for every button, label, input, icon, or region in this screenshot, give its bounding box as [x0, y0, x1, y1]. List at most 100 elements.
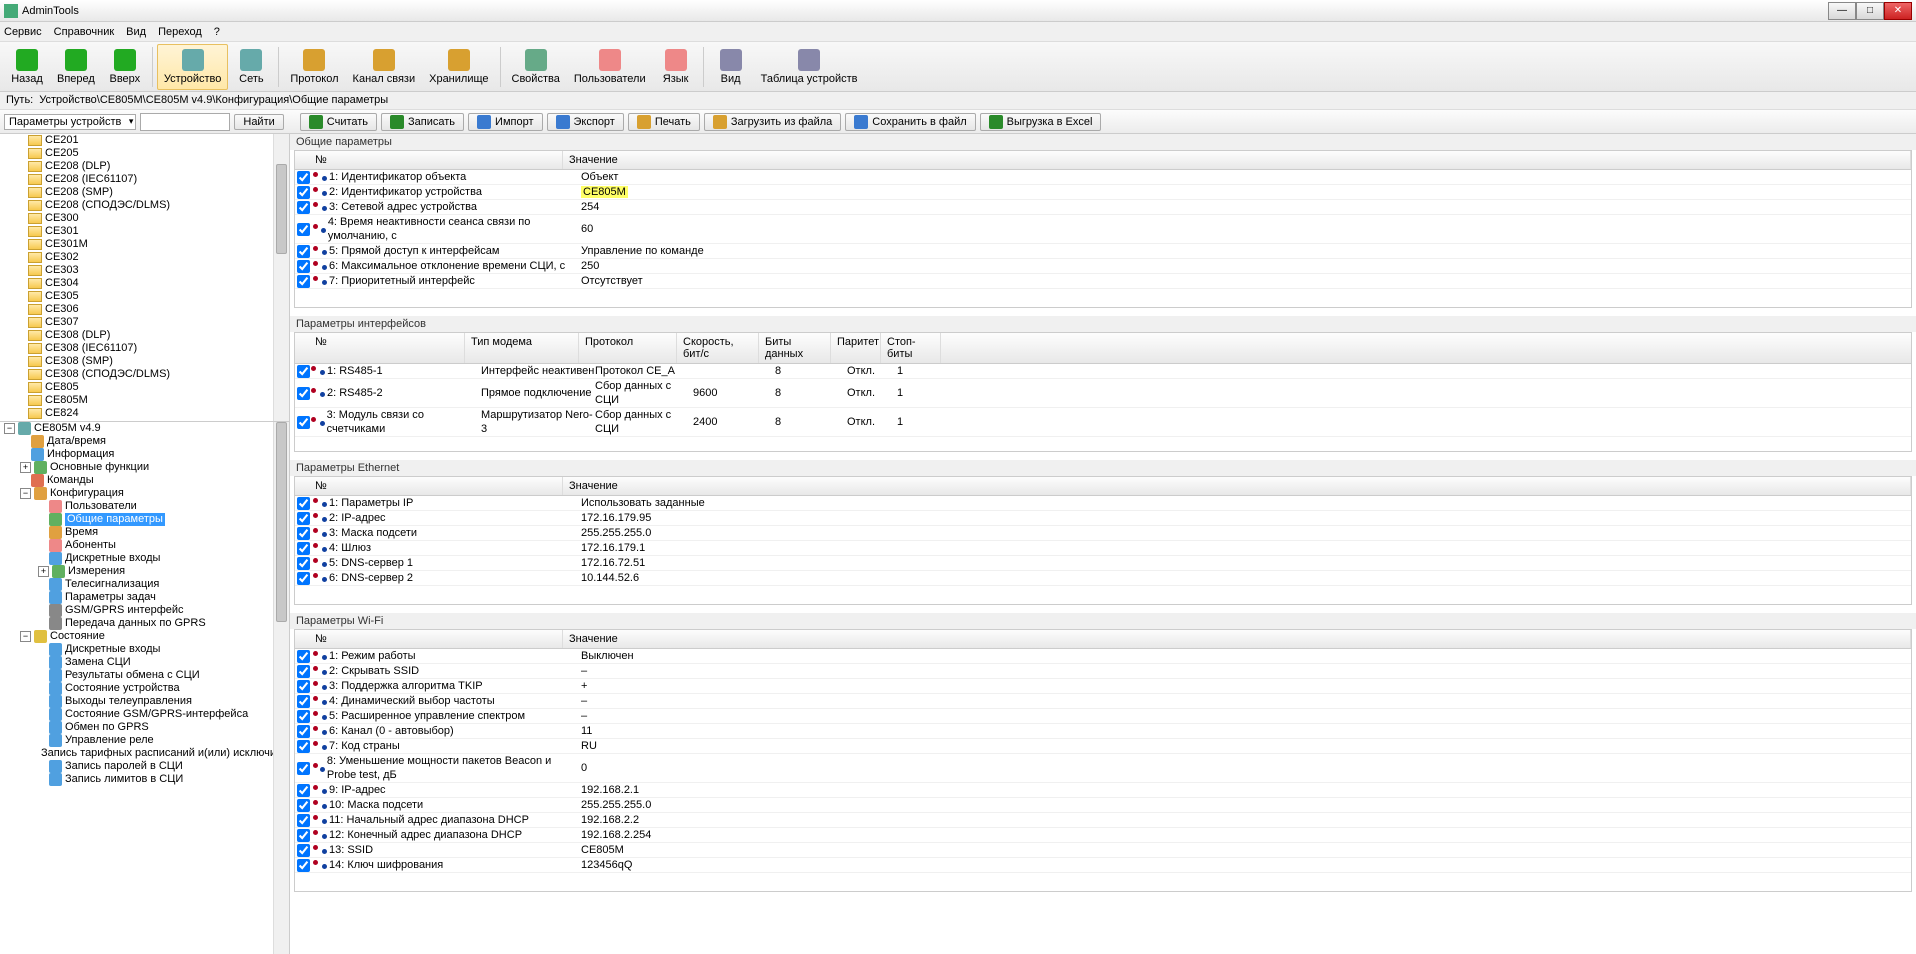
grid-row[interactable]: 2: IP-адрес172.16.179.95	[295, 511, 1911, 526]
menu-Вид[interactable]: Вид	[126, 26, 146, 38]
grid-row[interactable]: 1: Режим работыВыключен	[295, 649, 1911, 664]
tree-item[interactable]: CE208 (IEC61107)	[0, 173, 289, 186]
tree-item[interactable]: Параметры задач	[0, 591, 289, 604]
expand-icon[interactable]: −	[20, 631, 31, 642]
grid-row[interactable]: 7: Приоритетный интерфейсОтсутствует	[295, 274, 1911, 289]
menu-Справочник[interactable]: Справочник	[54, 26, 115, 38]
row-checkbox[interactable]	[297, 275, 310, 288]
row-checkbox[interactable]	[297, 186, 310, 199]
tree-item[interactable]: Запись паролей в СЦИ	[0, 760, 289, 773]
row-checkbox[interactable]	[297, 740, 310, 753]
row-checkbox[interactable]	[297, 245, 310, 258]
row-checkbox[interactable]	[297, 650, 310, 663]
grid-row[interactable]: 1: Идентификатор объектаОбъект	[295, 170, 1911, 185]
tree-item[interactable]: Состояние устройства	[0, 682, 289, 695]
tree-item[interactable]: CE308 (IEC61107)	[0, 342, 289, 355]
toolbar-Сеть[interactable]: Сеть	[228, 44, 274, 90]
tree-item[interactable]: CE208 (СПОДЭС/DLMS)	[0, 199, 289, 212]
row-checkbox[interactable]	[297, 512, 310, 525]
tree-item[interactable]: CE824	[0, 407, 289, 420]
row-checkbox[interactable]	[297, 557, 310, 570]
grid-row[interactable]: 3: Маска подсети255.255.255.0	[295, 526, 1911, 541]
grid-row[interactable]: 11: Начальный адрес диапазона DHCP192.16…	[295, 813, 1911, 828]
grid-row[interactable]: 9: IP-адрес192.168.2.1	[295, 783, 1911, 798]
toolbar-Пользователи[interactable]: Пользователи	[567, 44, 653, 90]
tree-item[interactable]: CE301	[0, 225, 289, 238]
grid-row[interactable]: 2: Скрывать SSID–	[295, 664, 1911, 679]
grid-row[interactable]: 6: DNS-сервер 210.144.52.6	[295, 571, 1911, 586]
grid-row[interactable]: 2: Идентификатор устройстваCE805M	[295, 185, 1911, 200]
tree-item[interactable]: Состояние GSM/GPRS-интерфейса	[0, 708, 289, 721]
row-checkbox[interactable]	[297, 829, 310, 842]
action-Импорт[interactable]: Импорт	[468, 113, 542, 131]
scrollbar[interactable]	[273, 422, 289, 954]
toolbar-Канал связи[interactable]: Канал связи	[346, 44, 423, 90]
minimize-button[interactable]: —	[1828, 2, 1856, 20]
action-Записать[interactable]: Записать	[381, 113, 464, 131]
grid-row[interactable]: 4: Динамический выбор частоты–	[295, 694, 1911, 709]
tree-item[interactable]: Пользователи	[0, 500, 289, 513]
tree-item[interactable]: Запись тарифных расписаний и(или) исключ…	[0, 747, 289, 760]
row-checkbox[interactable]	[297, 416, 310, 429]
row-checkbox[interactable]	[297, 665, 310, 678]
grid-row[interactable]: 7: Код страныRU	[295, 739, 1911, 754]
search-input[interactable]	[140, 113, 230, 131]
action-Сохранить в файл[interactable]: Сохранить в файл	[845, 113, 975, 131]
grid-row[interactable]: 12: Конечный адрес диапазона DHCP192.168…	[295, 828, 1911, 843]
menu-Переход[interactable]: Переход	[158, 26, 202, 38]
action-Считать[interactable]: Считать	[300, 113, 377, 131]
grid-row[interactable]: 3: Сетевой адрес устройства254	[295, 200, 1911, 215]
tree-item[interactable]: Запись лимитов в СЦИ	[0, 773, 289, 786]
row-checkbox[interactable]	[297, 497, 310, 510]
row-checkbox[interactable]	[297, 542, 310, 555]
tree-item[interactable]: GSM/GPRS интерфейс	[0, 604, 289, 617]
expand-icon[interactable]: +	[38, 566, 49, 577]
action-Экспорт[interactable]: Экспорт	[547, 113, 624, 131]
tree-item[interactable]: CE805M	[0, 394, 289, 407]
maximize-button[interactable]: □	[1856, 2, 1884, 20]
row-checkbox[interactable]	[297, 171, 310, 184]
find-button[interactable]: Найти	[234, 114, 283, 130]
tree-item[interactable]: CE805	[0, 381, 289, 394]
scrollbar[interactable]	[273, 134, 289, 421]
grid-row[interactable]: 5: Прямой доступ к интерфейсамУправление…	[295, 244, 1911, 259]
tree-item[interactable]: CE301M	[0, 238, 289, 251]
tree-item[interactable]: Дата/время	[0, 435, 289, 448]
tree-item[interactable]: CE308 (DLP)	[0, 329, 289, 342]
grid-row[interactable]: 13: SSIDCE805M	[295, 843, 1911, 858]
grid-row[interactable]: 4: Время неактивности сеанса связи по ум…	[295, 215, 1911, 244]
menu-Сервис[interactable]: Сервис	[4, 26, 42, 38]
tree-item[interactable]: Управление реле	[0, 734, 289, 747]
row-checkbox[interactable]	[297, 695, 310, 708]
row-checkbox[interactable]	[297, 725, 310, 738]
grid-row[interactable]: 3: Поддержка алгоритма TKIP+	[295, 679, 1911, 694]
grid-row[interactable]: 8: Уменьшение мощности пакетов Beacon и …	[295, 754, 1911, 783]
menu-?[interactable]: ?	[214, 26, 220, 38]
device-tree[interactable]: CE201CE205CE208 (DLP)CE208 (IEC61107)CE2…	[0, 134, 289, 422]
toolbar-Таблица устройств[interactable]: Таблица устройств	[754, 44, 865, 90]
tree-item[interactable]: CE305	[0, 290, 289, 303]
toolbar-Вперед[interactable]: Вперед	[50, 44, 102, 90]
action-Печать[interactable]: Печать	[628, 113, 700, 131]
tree-item[interactable]: CE208 (SMP)	[0, 186, 289, 199]
tree-item[interactable]: CE304	[0, 277, 289, 290]
config-tree[interactable]: −CE805M v4.9Дата/времяИнформация+Основны…	[0, 422, 289, 954]
grid-row[interactable]: 1: Параметры IPИспользовать заданные	[295, 496, 1911, 511]
row-checkbox[interactable]	[297, 527, 310, 540]
toolbar-Хранилище[interactable]: Хранилище	[422, 44, 495, 90]
toolbar-Назад[interactable]: Назад	[4, 44, 50, 90]
toolbar-Язык[interactable]: Язык	[653, 44, 699, 90]
close-button[interactable]: ✕	[1884, 2, 1912, 20]
tree-item[interactable]: −Состояние	[0, 630, 289, 643]
tree-item[interactable]: CE308 (SMP)	[0, 355, 289, 368]
tree-item[interactable]: Абоненты	[0, 539, 289, 552]
row-checkbox[interactable]	[297, 260, 310, 273]
expand-icon[interactable]: −	[20, 488, 31, 499]
row-checkbox[interactable]	[297, 844, 310, 857]
tree-item[interactable]: Результаты обмена с СЦИ	[0, 669, 289, 682]
row-checkbox[interactable]	[297, 201, 310, 214]
action-Загрузить из файла[interactable]: Загрузить из файла	[704, 113, 841, 131]
grid-row[interactable]: 2: RS485-2Прямое подключениеСбор данных …	[295, 379, 1911, 408]
toolbar-Вверх[interactable]: Вверх	[102, 44, 148, 90]
row-checkbox[interactable]	[297, 572, 310, 585]
